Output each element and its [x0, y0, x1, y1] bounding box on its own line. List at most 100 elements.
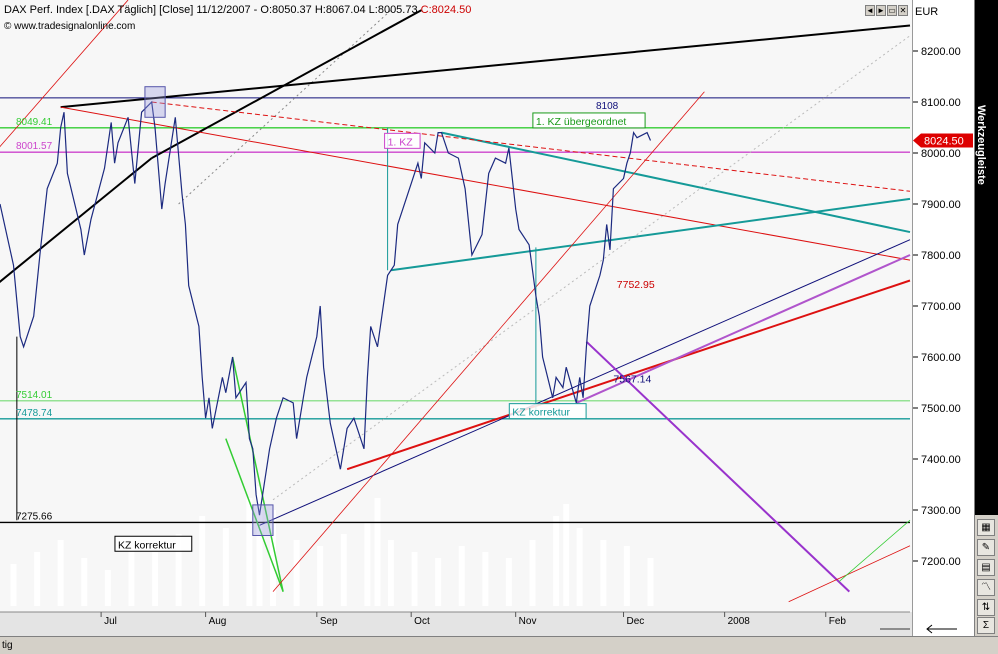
volume-bar [553, 516, 560, 606]
sigma-icon[interactable]: Σ [977, 617, 995, 634]
trendline[interactable] [259, 239, 911, 526]
volume-bar [435, 558, 442, 606]
volume-bar [563, 504, 570, 606]
trendline[interactable] [60, 106, 911, 261]
volume-bar [647, 558, 654, 606]
copyright-text: © www.tradesignalonline.com [4, 21, 136, 32]
trendline[interactable] [788, 545, 911, 603]
window-controls: ◄ ► ▭ ✕ [865, 5, 908, 17]
last-price-label: 8024.50 [924, 136, 964, 148]
volume-bar [340, 534, 347, 606]
y-tick-label: 7400.00 [921, 454, 961, 466]
status-text: tig [2, 640, 13, 651]
dotted-trendline [272, 35, 911, 501]
volume-bar [505, 558, 512, 606]
volume-bar [34, 552, 41, 606]
price-axis: EUR 7200.00 7300.00 7400.00 7500.00 7600.00 77… [913, 6, 973, 634]
volume-bar [128, 546, 135, 606]
volume-bar [10, 564, 17, 606]
x-tick-label: Feb [829, 616, 847, 627]
annotation-label[interactable]: KZ korrektur [512, 407, 570, 419]
price-series-line[interactable] [0, 100, 652, 516]
volume-bar [529, 540, 536, 606]
x-tick-label: 2008 [728, 616, 751, 627]
y-tick-label: 8200.00 [921, 46, 961, 58]
y-tick-label: 7200.00 [921, 556, 961, 568]
ohlc-close: C:8024.50 [420, 4, 472, 16]
y-tick-label: 8000.00 [921, 148, 961, 160]
restore-button[interactable]: ▭ [887, 5, 897, 16]
currency-label: EUR [915, 6, 938, 18]
y-tick-label: 7800.00 [921, 250, 961, 262]
annotation-label[interactable]: 7752.95 [617, 279, 655, 291]
page-icon[interactable]: ▤ [977, 559, 995, 576]
toolbox-header[interactable]: Werkzeugleiste [975, 0, 998, 515]
volume-bar [199, 516, 206, 606]
toolbox-panel: Werkzeugleiste ▦ ✎ ▤ 〽 ⇅ Σ [974, 0, 998, 636]
level-label: 8108 [596, 101, 619, 112]
close-button[interactable]: ✕ [898, 5, 908, 16]
volume-bar [246, 498, 253, 606]
volume-bar [81, 558, 88, 606]
volume-bar [57, 540, 64, 606]
x-tick-label: Aug [209, 616, 227, 627]
chart-icon[interactable]: 〽 [977, 579, 995, 596]
annotation-label[interactable]: 1. KZ übergeordnet [536, 116, 627, 128]
marker-box[interactable] [252, 504, 274, 536]
volume-bar [374, 498, 381, 606]
x-tick-label: Oct [414, 616, 430, 627]
y-tick-label: 7500.00 [921, 403, 961, 415]
grid-icon[interactable]: ▦ [977, 519, 995, 536]
ohlc-low: L:8005.73 [368, 4, 418, 16]
level-label: 7478.74 [16, 408, 53, 419]
volume-bar [152, 552, 159, 606]
wrench-icon[interactable]: ✎ [977, 539, 995, 556]
volume-bar [222, 528, 229, 606]
level-label: 7275.66 [16, 511, 53, 522]
trendline[interactable] [390, 197, 911, 272]
marker-box[interactable] [144, 86, 166, 118]
chart-title: DAX Perf. Index [.DAX Täglich] [Close] 1… [4, 4, 261, 16]
volume-bar [293, 540, 300, 606]
volume-bar [317, 546, 324, 606]
dotted-trendline [178, 9, 392, 205]
level-label: 7514.01 [16, 390, 53, 401]
trendline[interactable] [0, 157, 153, 301]
y-tick-label: 8100.00 [921, 97, 961, 109]
volume-bar [576, 528, 583, 606]
x-axis-band [0, 612, 912, 636]
volume-bar [104, 570, 111, 606]
x-tick-label: Nov [519, 616, 537, 627]
trendline[interactable] [441, 131, 911, 234]
y-tick-label: 7600.00 [921, 352, 961, 364]
annotation-label[interactable]: KZ korrektur [118, 539, 176, 551]
dashed-trendline [151, 101, 911, 192]
annotation-label[interactable]: 7567.14 [613, 374, 651, 386]
trendline[interactable] [272, 91, 705, 592]
price-axis-panel[interactable]: EUR 7200.00 7300.00 7400.00 7500.00 7600.00 77… [912, 0, 975, 636]
scroll-left-button[interactable]: ◄ [865, 5, 875, 16]
chart-area[interactable]: 8108 8049.41 8001.57 7514.01 7478.74 7275.66 1… [0, 0, 912, 636]
volume-bar [364, 522, 371, 606]
volume-bar [600, 540, 607, 606]
toolbox-title: Werkzeugleiste [975, 105, 987, 185]
volume-bar [411, 552, 418, 606]
price-chart[interactable]: 8108 8049.41 8001.57 7514.01 7478.74 7275.66 1… [0, 0, 912, 636]
level-label: 8001.57 [16, 141, 53, 152]
arrows-icon[interactable]: ⇅ [977, 599, 995, 616]
y-tick-label: 7300.00 [921, 505, 961, 517]
volume-bar [458, 546, 465, 606]
trendline[interactable] [60, 24, 911, 109]
y-tick-label: 7700.00 [921, 301, 961, 313]
volume-bar [482, 552, 489, 606]
scroll-right-button[interactable]: ► [876, 5, 886, 16]
volume-bar [623, 546, 630, 606]
x-tick-label: Jul [104, 616, 117, 627]
chart-header: DAX Perf. Index [.DAX Täglich] [Close] 1… [4, 4, 471, 16]
trendline[interactable] [151, 9, 422, 159]
y-tick-label: 7900.00 [921, 199, 961, 211]
level-label: 8049.41 [16, 117, 53, 128]
x-tick-label: Sep [320, 616, 338, 627]
status-bar: tig [0, 636, 998, 654]
annotation-label[interactable]: 1. KZ [388, 136, 414, 148]
